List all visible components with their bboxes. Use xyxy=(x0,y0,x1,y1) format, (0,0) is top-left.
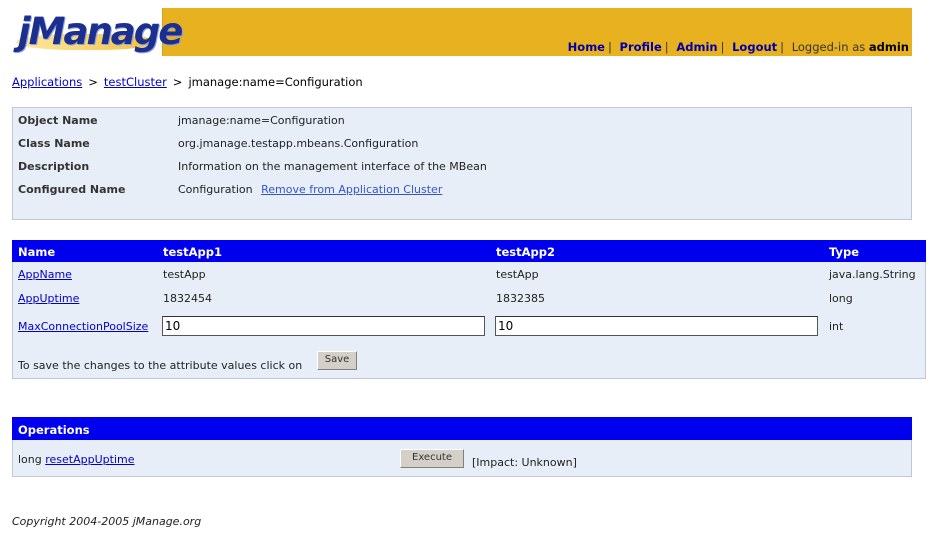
column-header-testapp2: testApp2 xyxy=(496,245,556,259)
appuptime-testapp2-value: 1832385 xyxy=(496,292,545,305)
nav-profile-link[interactable]: Profile xyxy=(620,40,662,54)
operation-impact: [Impact: Unknown] xyxy=(472,456,577,469)
object-name-label: Object Name xyxy=(18,114,98,127)
top-nav: Home | Profile | Admin | Logout | Logged-in … xyxy=(568,40,909,54)
breadcrumb-separator: > xyxy=(172,75,183,89)
maxconnectionpoolsize-testapp2-input[interactable] xyxy=(495,316,818,336)
breadcrumb-separator: > xyxy=(88,75,98,89)
operation-row: long resetAppUptime xyxy=(18,453,135,466)
attribute-appname-link[interactable]: AppName xyxy=(18,268,72,281)
class-name-label: Class Name xyxy=(18,137,90,150)
remove-from-cluster-link[interactable]: Remove from Application Cluster xyxy=(261,183,442,196)
attribute-appuptime-link[interactable]: AppUptime xyxy=(18,292,79,305)
nav-separator: | xyxy=(720,40,725,54)
object-name-value: jmanage:name=Configuration xyxy=(178,114,345,127)
operation-return-type: long xyxy=(18,453,42,466)
save-button[interactable]: Save xyxy=(317,351,357,370)
attributes-table-header xyxy=(12,240,926,262)
nav-separator: | xyxy=(664,40,669,54)
save-instructions: To save the changes to the attribute val… xyxy=(18,359,303,372)
execute-button[interactable]: Execute xyxy=(400,449,464,468)
appname-testapp2-value: testApp xyxy=(496,268,539,281)
breadcrumb-applications-link[interactable]: Applications xyxy=(12,75,82,89)
maxconnectionpoolsize-testapp1-input[interactable] xyxy=(162,316,485,336)
breadcrumb: Applications > testCluster > jmanage:name=Co… xyxy=(12,75,363,89)
description-value: Information on the management interface … xyxy=(178,160,487,173)
nav-logout-link[interactable]: Logout xyxy=(732,40,777,54)
logged-in-label: Logged-in as xyxy=(791,40,866,54)
appuptime-type: long xyxy=(829,292,853,305)
logged-in-user: admin xyxy=(868,40,909,54)
operations-title: Operations xyxy=(18,423,90,437)
nav-admin-link[interactable]: Admin xyxy=(676,40,717,54)
nav-separator: | xyxy=(780,40,785,54)
column-header-name: Name xyxy=(18,245,56,259)
appname-type: java.lang.String xyxy=(829,268,916,281)
nav-separator: | xyxy=(607,40,612,54)
operation-resetappuptime-link[interactable]: resetAppUptime xyxy=(45,453,134,466)
column-header-testapp1: testApp1 xyxy=(163,245,223,259)
appname-testapp1-value: testApp xyxy=(163,268,206,281)
logo: jManage xyxy=(18,10,183,53)
column-header-type: Type xyxy=(829,245,860,259)
appuptime-testapp1-value: 1832454 xyxy=(163,292,212,305)
description-label: Description xyxy=(18,160,90,173)
class-name-value: org.jmanage.testapp.mbeans.Configuration xyxy=(178,137,419,150)
configured-name-label: Configured Name xyxy=(18,183,126,196)
breadcrumb-cluster-link[interactable]: testCluster xyxy=(104,75,167,89)
configured-name-value: Configuration Remove from Application Cl… xyxy=(178,183,442,196)
operations-header xyxy=(12,417,912,440)
maxconnectionpoolsize-type: int xyxy=(829,320,844,333)
nav-home-link[interactable]: Home xyxy=(568,40,605,54)
configured-name-text: Configuration xyxy=(178,183,253,196)
attribute-maxconnectionpoolsize-link[interactable]: MaxConnectionPoolSize xyxy=(18,320,148,333)
breadcrumb-current: jmanage:name=Configuration xyxy=(188,75,363,89)
footer-copyright: Copyright 2004-2005 jManage.org xyxy=(12,515,202,528)
